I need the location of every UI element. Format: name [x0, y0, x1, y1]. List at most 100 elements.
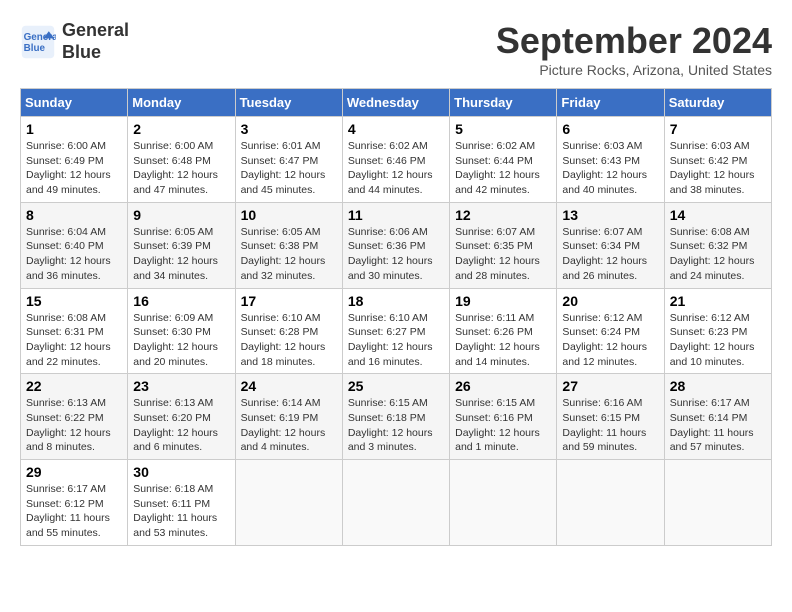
logo-text: GeneralBlue [62, 20, 129, 63]
day-info: Sunrise: 6:11 AMSunset: 6:26 PMDaylight:… [455, 311, 551, 370]
weekday-header: Sunday [21, 89, 128, 117]
calendar-week-row: 15 Sunrise: 6:08 AMSunset: 6:31 PMDayligh… [21, 288, 772, 374]
calendar-cell: 11 Sunrise: 6:06 AMSunset: 6:36 PMDayligh… [342, 202, 449, 288]
weekday-header: Saturday [664, 89, 771, 117]
day-info: Sunrise: 6:13 AMSunset: 6:22 PMDaylight:… [26, 396, 122, 455]
calendar-week-row: 22 Sunrise: 6:13 AMSunset: 6:22 PMDayligh… [21, 374, 772, 460]
svg-text:Blue: Blue [24, 43, 46, 54]
calendar-cell: 12Sunrise: 6:07 AMSunset: 6:35 PMDayligh… [450, 202, 557, 288]
day-info: Sunrise: 6:15 AMSunset: 6:16 PMDaylight:… [455, 396, 551, 455]
calendar-cell [235, 460, 342, 546]
day-number: 30 [133, 464, 229, 480]
logo: General Blue GeneralBlue [20, 20, 129, 63]
calendar-cell: 19 Sunrise: 6:11 AMSunset: 6:26 PMDayligh… [450, 288, 557, 374]
day-number: 14 [670, 207, 766, 223]
day-number: 4 [348, 121, 444, 137]
day-number: 10 [241, 207, 337, 223]
day-info: Sunrise: 6:02 AMSunset: 6:46 PMDaylight:… [348, 139, 444, 198]
day-number: 11 [348, 207, 444, 223]
day-info: Sunrise: 6:05 AMSunset: 6:38 PMDaylight:… [241, 225, 337, 284]
calendar-week-row: 1Sunrise: 6:00 AMSunset: 6:49 PMDaylight… [21, 117, 772, 203]
weekday-header: Wednesday [342, 89, 449, 117]
day-number: 8 [26, 207, 122, 223]
page-header: General Blue GeneralBlue September 2024 … [20, 20, 772, 78]
day-info: Sunrise: 6:07 AMSunset: 6:34 PMDaylight:… [562, 225, 658, 284]
day-number: 21 [670, 293, 766, 309]
day-info: Sunrise: 6:03 AMSunset: 6:43 PMDaylight:… [562, 139, 658, 198]
weekday-header: Tuesday [235, 89, 342, 117]
day-info: Sunrise: 6:16 AMSunset: 6:15 PMDaylight:… [562, 396, 658, 455]
weekday-header-row: SundayMondayTuesdayWednesdayThursdayFrid… [21, 89, 772, 117]
calendar-cell: 7 Sunrise: 6:03 AMSunset: 6:42 PMDaylight… [664, 117, 771, 203]
day-info: Sunrise: 6:04 AMSunset: 6:40 PMDaylight:… [26, 225, 122, 284]
day-info: Sunrise: 6:14 AMSunset: 6:19 PMDaylight:… [241, 396, 337, 455]
day-number: 24 [241, 378, 337, 394]
calendar-cell: 30 Sunrise: 6:18 AMSunset: 6:11 PMDayligh… [128, 460, 235, 546]
calendar-cell: 14 Sunrise: 6:08 AMSunset: 6:32 PMDayligh… [664, 202, 771, 288]
day-number: 5 [455, 121, 551, 137]
day-number: 13 [562, 207, 658, 223]
calendar-cell: 21 Sunrise: 6:12 AMSunset: 6:23 PMDayligh… [664, 288, 771, 374]
calendar-cell: 26Sunrise: 6:15 AMSunset: 6:16 PMDayligh… [450, 374, 557, 460]
calendar-cell: 1Sunrise: 6:00 AMSunset: 6:49 PMDaylight… [21, 117, 128, 203]
day-info: Sunrise: 6:06 AMSunset: 6:36 PMDaylight:… [348, 225, 444, 284]
day-number: 3 [241, 121, 337, 137]
month-title: September 2024 [496, 20, 772, 62]
calendar-cell: 18Sunrise: 6:10 AMSunset: 6:27 PMDayligh… [342, 288, 449, 374]
calendar-cell: 28Sunrise: 6:17 AMSunset: 6:14 PMDayligh… [664, 374, 771, 460]
calendar-cell: 4 Sunrise: 6:02 AMSunset: 6:46 PMDaylight… [342, 117, 449, 203]
location: Picture Rocks, Arizona, United States [496, 62, 772, 78]
calendar-cell: 10 Sunrise: 6:05 AMSunset: 6:38 PMDayligh… [235, 202, 342, 288]
calendar-cell: 15 Sunrise: 6:08 AMSunset: 6:31 PMDayligh… [21, 288, 128, 374]
day-info: Sunrise: 6:00 AMSunset: 6:48 PMDaylight:… [133, 139, 229, 198]
day-number: 22 [26, 378, 122, 394]
weekday-header: Friday [557, 89, 664, 117]
day-number: 16 [133, 293, 229, 309]
calendar-cell: 13 Sunrise: 6:07 AMSunset: 6:34 PMDayligh… [557, 202, 664, 288]
day-number: 2 [133, 121, 229, 137]
weekday-header: Monday [128, 89, 235, 117]
day-number: 27 [562, 378, 658, 394]
calendar-cell: 24 Sunrise: 6:14 AMSunset: 6:19 PMDayligh… [235, 374, 342, 460]
day-info: Sunrise: 6:12 AMSunset: 6:24 PMDaylight:… [562, 311, 658, 370]
calendar-cell: 5 Sunrise: 6:02 AMSunset: 6:44 PMDaylight… [450, 117, 557, 203]
day-number: 19 [455, 293, 551, 309]
calendar-cell: 8 Sunrise: 6:04 AMSunset: 6:40 PMDaylight… [21, 202, 128, 288]
day-number: 28 [670, 378, 766, 394]
day-info: Sunrise: 6:13 AMSunset: 6:20 PMDaylight:… [133, 396, 229, 455]
calendar-cell: 3 Sunrise: 6:01 AMSunset: 6:47 PMDaylight… [235, 117, 342, 203]
day-info: Sunrise: 6:02 AMSunset: 6:44 PMDaylight:… [455, 139, 551, 198]
day-info: Sunrise: 6:03 AMSunset: 6:42 PMDaylight:… [670, 139, 766, 198]
calendar-cell [557, 460, 664, 546]
calendar-cell [342, 460, 449, 546]
calendar-cell [664, 460, 771, 546]
calendar-week-row: 8 Sunrise: 6:04 AMSunset: 6:40 PMDaylight… [21, 202, 772, 288]
calendar-cell: 27 Sunrise: 6:16 AMSunset: 6:15 PMDayligh… [557, 374, 664, 460]
calendar-cell: 16 Sunrise: 6:09 AMSunset: 6:30 PMDayligh… [128, 288, 235, 374]
calendar-cell: 17Sunrise: 6:10 AMSunset: 6:28 PMDayligh… [235, 288, 342, 374]
calendar-cell: 25Sunrise: 6:15 AMSunset: 6:18 PMDayligh… [342, 374, 449, 460]
calendar-cell: 2 Sunrise: 6:00 AMSunset: 6:48 PMDaylight… [128, 117, 235, 203]
day-info: Sunrise: 6:12 AMSunset: 6:23 PMDaylight:… [670, 311, 766, 370]
day-number: 7 [670, 121, 766, 137]
calendar-cell: 20Sunrise: 6:12 AMSunset: 6:24 PMDayligh… [557, 288, 664, 374]
calendar-cell [450, 460, 557, 546]
day-info: Sunrise: 6:07 AMSunset: 6:35 PMDaylight:… [455, 225, 551, 284]
calendar-week-row: 29 Sunrise: 6:17 AMSunset: 6:12 PMDayligh… [21, 460, 772, 546]
day-info: Sunrise: 6:01 AMSunset: 6:47 PMDaylight:… [241, 139, 337, 198]
day-info: Sunrise: 6:09 AMSunset: 6:30 PMDaylight:… [133, 311, 229, 370]
day-number: 6 [562, 121, 658, 137]
day-number: 29 [26, 464, 122, 480]
calendar-table: SundayMondayTuesdayWednesdayThursdayFrid… [20, 88, 772, 546]
day-info: Sunrise: 6:10 AMSunset: 6:28 PMDaylight:… [241, 311, 337, 370]
calendar-cell: 23 Sunrise: 6:13 AMSunset: 6:20 PMDayligh… [128, 374, 235, 460]
day-info: Sunrise: 6:00 AMSunset: 6:49 PMDaylight:… [26, 139, 122, 198]
calendar-cell: 9Sunrise: 6:05 AMSunset: 6:39 PMDaylight… [128, 202, 235, 288]
day-number: 15 [26, 293, 122, 309]
day-info: Sunrise: 6:18 AMSunset: 6:11 PMDaylight:… [133, 482, 229, 541]
day-number: 23 [133, 378, 229, 394]
day-info: Sunrise: 6:17 AMSunset: 6:12 PMDaylight:… [26, 482, 122, 541]
day-info: Sunrise: 6:08 AMSunset: 6:31 PMDaylight:… [26, 311, 122, 370]
day-info: Sunrise: 6:08 AMSunset: 6:32 PMDaylight:… [670, 225, 766, 284]
calendar-cell: 6 Sunrise: 6:03 AMSunset: 6:43 PMDaylight… [557, 117, 664, 203]
